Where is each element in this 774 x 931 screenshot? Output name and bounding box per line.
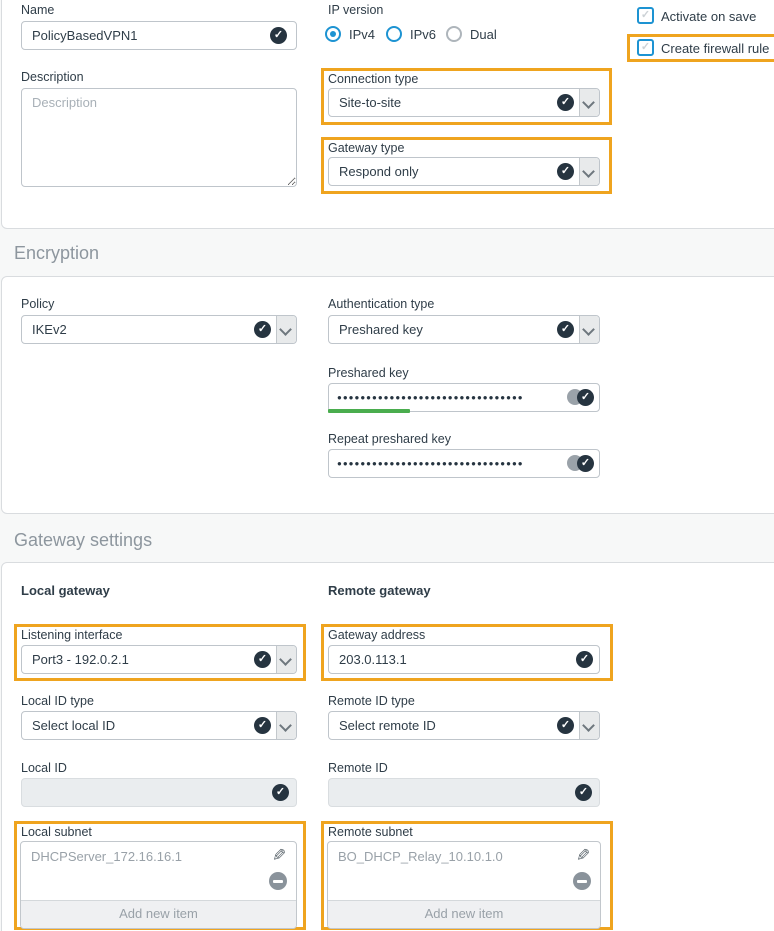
remote-subnet-add-button[interactable]: Add new item: [328, 900, 600, 928]
radio-ipv4[interactable]: [325, 26, 341, 42]
gateway-type-label: Gateway type: [328, 141, 404, 155]
vpn-config-form: Name ✓ Description IP version IPv4 IPv6 …: [0, 0, 774, 931]
dropdown-arrow: [579, 158, 599, 185]
radio-dual-label[interactable]: Dual: [470, 28, 497, 42]
dropdown-arrow: [276, 316, 296, 343]
connection-type-value: Site-to-site: [339, 95, 401, 110]
check-circle-icon: ✓: [577, 455, 594, 472]
gateway-address-input[interactable]: [328, 645, 600, 674]
check-circle-icon: ✓: [576, 651, 593, 668]
local-subnet-add-button[interactable]: Add new item: [21, 900, 296, 928]
dropdown-arrow: [276, 712, 296, 739]
check-circle-icon: ✓: [254, 651, 271, 668]
edit-pencil-icon[interactable]: ✎: [576, 846, 590, 866]
description-textarea[interactable]: [21, 88, 297, 187]
check-circle-icon: ✓: [557, 163, 574, 180]
dropdown-arrow: [579, 712, 599, 739]
listening-interface-select[interactable]: Port3 - 192.0.2.1 ✓: [21, 645, 297, 674]
policy-select[interactable]: IKEv2 ✓: [21, 315, 297, 344]
local-subnet-list: DHCPServer_172.16.16.1 ✎ Add new item: [20, 841, 297, 929]
repeat-preshared-key-input[interactable]: ●●●●●●●●●●●●●●●●●●●●●●●●●●●●●●●●: [328, 449, 600, 478]
check-circle-icon: ✓: [575, 784, 592, 801]
dropdown-arrow: [579, 316, 599, 343]
local-id-type-label: Local ID type: [21, 694, 94, 708]
chevron-down-icon: [279, 719, 292, 732]
chevron-down-icon: [582, 165, 595, 178]
check-circle-icon: ✓: [254, 717, 271, 734]
listening-interface-label: Listening interface: [21, 628, 122, 642]
local-subnet-item[interactable]: DHCPServer_172.16.16.1: [31, 849, 182, 864]
create-firewall-rule-label[interactable]: Create firewall rule: [661, 41, 769, 56]
policy-value: IKEv2: [32, 322, 67, 337]
remote-id-type-select[interactable]: Select remote ID ✓: [328, 711, 600, 740]
create-firewall-rule-checkbox[interactable]: ✓: [637, 39, 654, 56]
ip-version-label: IP version: [328, 3, 383, 17]
remote-id-input: ✓: [328, 778, 600, 807]
auth-type-select[interactable]: Preshared key ✓: [328, 315, 600, 344]
gateway-address-label: Gateway address: [328, 628, 425, 642]
radio-dual[interactable]: [446, 26, 462, 42]
policy-label: Policy: [21, 297, 54, 311]
gateway-type-value: Respond only: [339, 164, 419, 179]
check-circle-icon: ✓: [254, 321, 271, 338]
remote-id-type-label: Remote ID type: [328, 694, 415, 708]
chevron-down-icon: [582, 96, 595, 109]
local-gateway-header: Local gateway: [21, 583, 110, 598]
remote-id-label: Remote ID: [328, 761, 388, 775]
check-circle-icon: ✓: [557, 321, 574, 338]
chevron-down-icon: [582, 719, 595, 732]
dropdown-arrow: [276, 646, 296, 673]
description-label: Description: [21, 70, 84, 84]
radio-dot: [330, 31, 336, 37]
preshared-key-label: Preshared key: [328, 366, 409, 380]
local-id-input: ✓: [21, 778, 297, 807]
connection-type-select[interactable]: Site-to-site ✓: [328, 88, 600, 117]
remote-gateway-header: Remote gateway: [328, 583, 431, 598]
auth-type-label: Authentication type: [328, 297, 434, 311]
local-id-type-select[interactable]: Select local ID ✓: [21, 711, 297, 740]
check-circle-icon: ✓: [270, 27, 287, 44]
radio-ipv6[interactable]: [386, 26, 402, 42]
remote-subnet-list: BO_DHCP_Relay_10.10.1.0 ✎ Add new item: [327, 841, 601, 929]
minus-bar: [577, 880, 587, 883]
password-strength-bar: [328, 409, 410, 413]
check-circle-icon: ✓: [272, 784, 289, 801]
edit-pencil-icon[interactable]: ✎: [272, 846, 286, 866]
chevron-down-icon: [279, 323, 292, 336]
radio-ipv4-label[interactable]: IPv4: [349, 28, 375, 42]
dropdown-arrow: [579, 89, 599, 116]
gateway-type-select[interactable]: Respond only ✓: [328, 157, 600, 186]
check-circle-icon: ✓: [577, 389, 594, 406]
local-subnet-label: Local subnet: [21, 825, 92, 839]
listening-interface-value: Port3 - 192.0.2.1: [32, 652, 129, 667]
encryption-header: Encryption: [14, 243, 99, 263]
gateway-settings-header: Gateway settings: [14, 530, 152, 550]
remote-subnet-item[interactable]: BO_DHCP_Relay_10.10.1.0: [338, 849, 503, 864]
check-circle-icon: ✓: [557, 94, 574, 111]
remote-subnet-label: Remote subnet: [328, 825, 413, 839]
local-id-type-value: Select local ID: [32, 718, 115, 733]
chevron-down-icon: [279, 653, 292, 666]
preshared-key-input[interactable]: ●●●●●●●●●●●●●●●●●●●●●●●●●●●●●●●●: [328, 383, 600, 412]
activate-on-save-checkbox[interactable]: ✓: [637, 7, 654, 24]
name-input[interactable]: [21, 21, 297, 50]
repeat-preshared-key-label: Repeat preshared key: [328, 432, 451, 446]
connection-type-label: Connection type: [328, 72, 418, 86]
remove-minus-icon[interactable]: [573, 872, 591, 890]
radio-ipv6-label[interactable]: IPv6: [410, 28, 436, 42]
check-circle-icon: ✓: [557, 717, 574, 734]
activate-on-save-label[interactable]: Activate on save: [661, 9, 756, 24]
remove-minus-icon[interactable]: [269, 872, 287, 890]
local-id-label: Local ID: [21, 761, 67, 775]
name-label: Name: [21, 3, 54, 17]
auth-type-value: Preshared key: [339, 322, 423, 337]
remote-id-type-value: Select remote ID: [339, 718, 436, 733]
minus-bar: [273, 880, 283, 883]
chevron-down-icon: [582, 323, 595, 336]
